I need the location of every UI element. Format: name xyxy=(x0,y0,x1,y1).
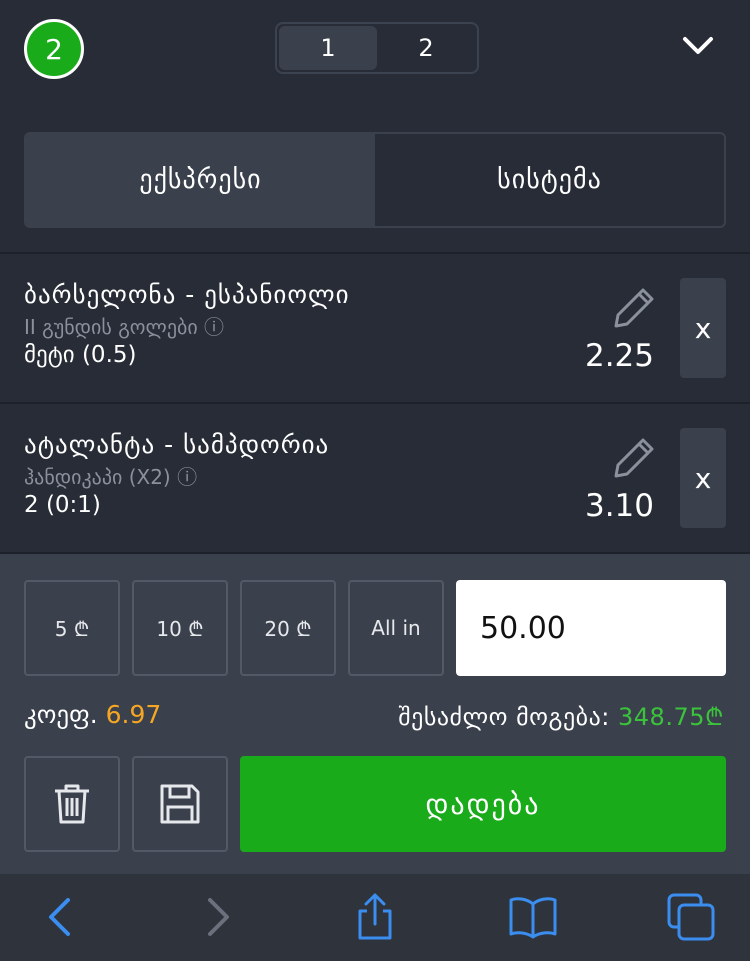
bet-outcome: მეტი (0.5) xyxy=(24,342,137,368)
bet-teams: ატალანტა - სამპდორია xyxy=(24,430,330,459)
tab-express[interactable]: ექსპრესი xyxy=(26,134,375,226)
betslip-header: 2 1 2 ექსპრესი სისტემა xyxy=(0,0,750,254)
bet-item: ბარსელონა - ესპანიოლი II გუნდის გოლები ⓘ… xyxy=(0,252,750,402)
clear-betslip-button[interactable] xyxy=(24,756,120,852)
back-arrow-icon[interactable] xyxy=(36,892,86,942)
share-icon[interactable] xyxy=(350,892,400,942)
remove-bet-button[interactable]: x xyxy=(680,428,726,528)
bet-outcome: 2 (0:1) xyxy=(24,492,101,518)
pencil-icon[interactable] xyxy=(610,434,658,482)
save-betslip-button[interactable] xyxy=(132,756,228,852)
total-coefficient: კოეფ. 6.97 xyxy=(24,700,161,729)
trash-icon xyxy=(55,784,89,824)
bet-market: ჰანდიკაპი (X2) ⓘ xyxy=(24,465,198,489)
bookmarks-icon[interactable] xyxy=(508,892,558,942)
quick-stake-20[interactable]: 20 ₾ xyxy=(240,580,336,676)
win-label: შესაძლო მოგება: xyxy=(398,703,610,731)
coef-label: კოეფ. xyxy=(24,700,98,729)
browser-toolbar xyxy=(0,874,750,961)
page-tab-2[interactable]: 2 xyxy=(377,26,475,70)
page-switcher: 1 2 xyxy=(275,22,479,74)
bet-item: ატალანტა - სამპდორია ჰანდიკაპი (X2) ⓘ 2 … xyxy=(0,402,750,552)
bet-teams: ბარსელონა - ესპანიოლი xyxy=(24,280,350,309)
bet-market: II გუნდის გოლები ⓘ xyxy=(24,315,225,339)
pencil-icon[interactable] xyxy=(610,284,658,332)
place-bet-button[interactable]: დადება xyxy=(240,756,726,852)
bet-odds: 3.10 xyxy=(584,488,654,524)
chevron-down-icon[interactable] xyxy=(680,30,716,60)
tab-system[interactable]: სისტემა xyxy=(375,134,724,226)
possible-win: შესაძლო მოგება: 348.75₾ xyxy=(398,700,724,733)
stake-panel: 5 ₾ 10 ₾ 20 ₾ All in კოეფ. 6.97 შესაძლო … xyxy=(0,552,750,874)
tabs-icon[interactable] xyxy=(666,892,716,942)
quick-stake-5[interactable]: 5 ₾ xyxy=(24,580,120,676)
bet-odds: 2.25 xyxy=(584,338,654,374)
forward-arrow-icon[interactable] xyxy=(192,892,242,942)
remove-bet-button[interactable]: x xyxy=(680,278,726,378)
win-value: 348.75₾ xyxy=(618,703,724,731)
coef-value: 6.97 xyxy=(105,700,162,729)
bet-count-badge: 2 xyxy=(24,19,84,79)
quick-stake-all-in[interactable]: All in xyxy=(348,580,444,676)
bet-type-tabs: ექსპრესი სისტემა xyxy=(24,132,726,228)
stake-amount-input[interactable] xyxy=(456,580,726,676)
quick-stake-10[interactable]: 10 ₾ xyxy=(132,580,228,676)
save-icon xyxy=(160,784,200,824)
page-tab-1[interactable]: 1 xyxy=(279,26,377,70)
